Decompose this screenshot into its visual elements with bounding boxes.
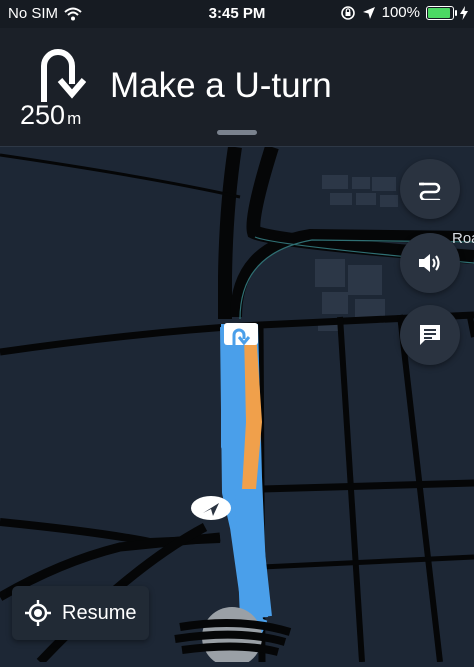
u-turn-marker	[224, 323, 258, 346]
orientation-lock-icon	[340, 5, 355, 20]
u-turn-icon	[41, 49, 86, 102]
chat-report-icon	[420, 325, 440, 345]
battery-percent: 100%	[381, 4, 420, 21]
distance-value: 250	[20, 100, 66, 130]
volume-icon	[419, 254, 440, 272]
navigation-header[interactable]: 250 m Make a U-turn	[0, 28, 474, 147]
status-bar: No SIM 3:45 PM 100%	[0, 0, 474, 28]
maneuver-instruction: Make a U-turn	[110, 66, 332, 105]
resume-button[interactable]: Resume	[12, 586, 149, 640]
alternate-routes-button[interactable]	[400, 159, 460, 219]
map-view[interactable]: Roa	[0, 144, 474, 667]
battery-icon	[426, 5, 457, 20]
charging-bolt-icon	[460, 5, 468, 20]
status-right: 100%	[340, 4, 468, 21]
sound-button[interactable]	[400, 233, 460, 293]
maneuver-distance: 250 m	[20, 100, 81, 131]
current-location-puck	[191, 496, 231, 520]
distance-unit: m	[67, 109, 82, 128]
report-button[interactable]	[400, 305, 460, 365]
resume-label: Resume	[62, 601, 137, 624]
location-arrow-icon	[362, 6, 375, 19]
recenter-icon	[25, 600, 51, 626]
battery-fill	[428, 7, 450, 18]
map-canvas[interactable]	[0, 144, 474, 667]
drag-handle[interactable]	[217, 130, 257, 135]
road-label: Roa	[452, 230, 474, 247]
alternate-routes-icon	[419, 182, 441, 200]
